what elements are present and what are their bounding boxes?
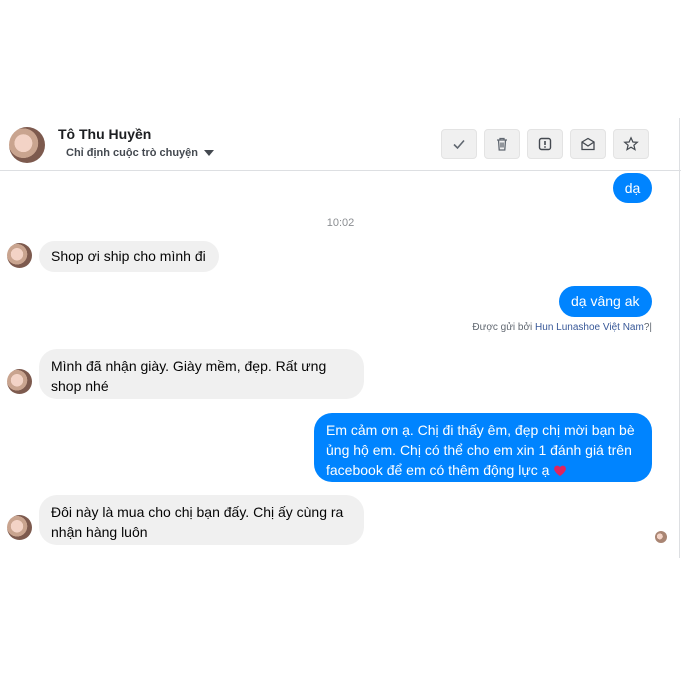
header-actions — [441, 129, 649, 159]
star-button[interactable] — [613, 129, 649, 159]
heart-emoji-icon — [554, 465, 567, 477]
seen-avatar — [655, 531, 667, 543]
caret-down-icon — [204, 150, 215, 156]
message-bubble-incoming[interactable]: Mình đã nhận giày. Giày mềm, đẹp. Rất ưn… — [39, 349, 364, 399]
message-bubble-incoming[interactable]: Shop ơi ship cho mình đi — [39, 241, 219, 272]
sent-by-page-link[interactable]: Hun Lunashoe Việt Nam — [535, 322, 644, 333]
message-bubble-outgoing[interactable]: Em cảm ơn ạ. Chị đi thấy êm, đẹp chị mời… — [314, 413, 652, 482]
mail-icon — [581, 137, 595, 151]
assign-conversation-dropdown[interactable]: Chỉ định cuộc trò chuyện — [66, 147, 215, 159]
mark-unread-button[interactable] — [570, 129, 606, 159]
mark-done-button[interactable] — [441, 129, 477, 159]
contact-name[interactable]: Tô Thu Huyền — [58, 126, 151, 142]
contact-avatar[interactable] — [9, 127, 45, 163]
sent-by-note: Được gửi bởi Hun Lunashoe Việt Nam?| — [472, 322, 652, 333]
sender-avatar[interactable] — [7, 369, 32, 394]
delete-button[interactable] — [484, 129, 520, 159]
check-icon — [453, 139, 465, 150]
sender-avatar[interactable] — [7, 515, 32, 540]
message-bubble-outgoing[interactable]: dạ vâng ak — [559, 286, 652, 317]
report-spam-button[interactable] — [527, 129, 563, 159]
sent-by-suffix: ?| — [643, 322, 652, 333]
message-bubble-outgoing[interactable]: dạ — [613, 173, 652, 203]
sender-avatar[interactable] — [7, 243, 32, 268]
message-timestamp: 10:02 — [326, 217, 355, 229]
message-bubble-incoming[interactable]: Đôi này là mua cho chị bạn đấy. Chị ấy c… — [39, 495, 364, 545]
alert-icon — [538, 137, 552, 151]
assign-label: Chỉ định cuộc trò chuyện — [66, 147, 199, 159]
message-text: Em cảm ơn ạ. Chị đi thấy êm, đẹp chị mời… — [326, 422, 635, 478]
panel-divider — [679, 118, 680, 558]
conversation-header: Tô Thu Huyền Chỉ định cuộc trò chuyện — [0, 118, 681, 171]
star-icon — [623, 136, 639, 151]
trash-icon — [497, 137, 507, 151]
sent-by-prefix: Được gửi bởi — [472, 322, 533, 333]
